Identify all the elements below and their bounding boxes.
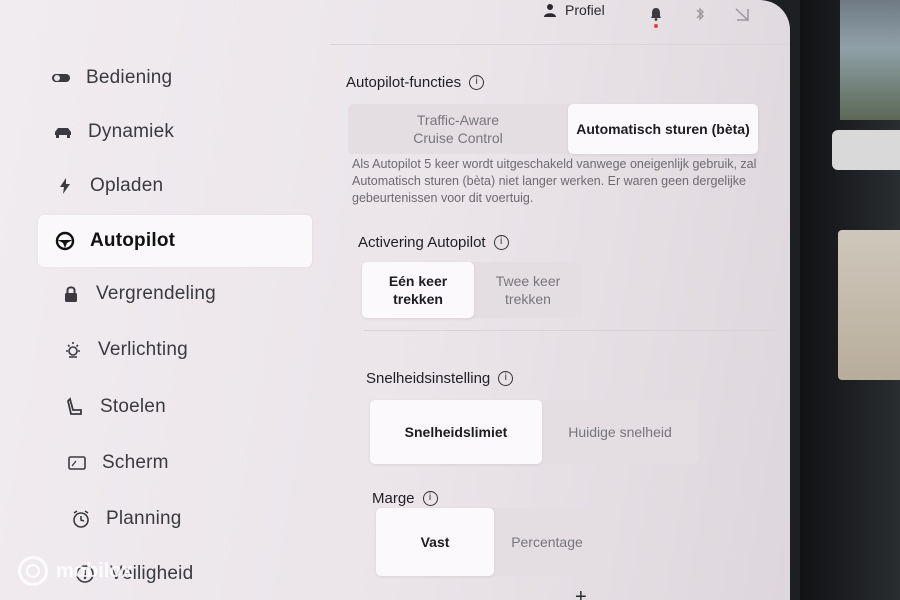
sidebar-item-label: Autopilot	[90, 230, 176, 251]
section-title-text: Activering Autopilot	[358, 234, 486, 251]
option-automatisch-sturen[interactable]: Automatisch sturen (bèta)	[568, 104, 758, 154]
status-bar: Profiel	[0, 0, 790, 42]
sidebar-item-vergrendeling[interactable]: Vergrendeling	[60, 272, 216, 316]
sidebar-item-dynamiek[interactable]: Dynamiek	[52, 110, 174, 154]
option-percentage[interactable]: Percentage	[494, 508, 600, 576]
lightning-icon	[54, 175, 76, 197]
sidebar-item-planning[interactable]: Planning	[70, 497, 182, 541]
marge-title: Marge i	[372, 490, 438, 507]
info-icon[interactable]: i	[469, 75, 485, 90]
sidebar-item-label: Scherm	[102, 452, 169, 473]
sidebar-item-bediening[interactable]: Bediening	[50, 56, 172, 100]
screen-icon	[66, 452, 88, 474]
option-traffic-aware-cruise-control[interactable]: Traffic-Aware Cruise Control	[348, 104, 568, 154]
section-title-text: Snelheidsinstelling	[366, 370, 491, 387]
sidebar-item-stoelen[interactable]: Stoelen	[64, 385, 166, 429]
car-window	[840, 0, 900, 120]
autopilot-warning-text: Als Autopilot 5 keer wordt uitgeschakeld…	[352, 157, 757, 205]
option-snelheidslimiet[interactable]: Snelheidslimiet	[370, 400, 542, 464]
sidebar-item-label: Planning	[106, 508, 182, 529]
marge-selector: Vast Percentage	[376, 508, 600, 576]
plus-icon[interactable]: +	[575, 586, 587, 600]
car-panel	[838, 230, 900, 380]
clock-icon	[70, 508, 92, 530]
car-icon	[52, 121, 74, 143]
sidebar-item-label: Stoelen	[100, 396, 166, 417]
bell-icon[interactable]	[648, 6, 664, 22]
bluetooth-icon[interactable]	[692, 6, 708, 22]
sidebar-item-opladen[interactable]: Opladen	[54, 164, 163, 208]
person-icon	[544, 4, 556, 17]
section-title-text: Autopilot-functies	[346, 74, 462, 91]
seat-icon	[64, 396, 86, 418]
car-trim	[832, 130, 900, 170]
autopilot-functies-selector: Traffic-Aware Cruise Control Automatisch…	[348, 104, 758, 154]
logo-icon	[18, 556, 48, 586]
steering-wheel-icon	[54, 230, 76, 252]
toggle-icon	[50, 67, 72, 89]
activering-autopilot-title: Activering Autopilot i	[358, 234, 509, 251]
option-vast[interactable]: Vast	[376, 508, 494, 576]
option-twee-keer-trekken[interactable]: Twee keer trekken	[474, 262, 582, 318]
profile-button[interactable]: Profiel	[543, 2, 605, 18]
light-icon	[62, 339, 84, 361]
section-title-text: Marge	[372, 490, 415, 507]
sidebar-item-scherm[interactable]: Scherm	[66, 441, 169, 485]
sidebar-item-label: Vergrendeling	[96, 283, 216, 304]
option-huidige-snelheid[interactable]: Huidige snelheid	[542, 400, 698, 464]
profile-label: Profiel	[565, 2, 605, 18]
watermark-text: mobilox	[56, 559, 133, 582]
info-icon[interactable]: i	[498, 371, 514, 386]
signal-icon[interactable]	[734, 6, 750, 22]
info-icon[interactable]: i	[493, 235, 509, 250]
notification-dot	[654, 24, 658, 28]
top-divider	[330, 44, 790, 45]
watermark-logo: mobilox	[18, 556, 133, 586]
sidebar-item-autopilot[interactable]: Autopilot	[38, 215, 312, 267]
sidebar-item-label: Verlichting	[98, 339, 188, 360]
sidebar-item-label: Opladen	[90, 175, 164, 196]
lock-icon	[60, 283, 82, 305]
snelheidsinstelling-title: Snelheidsinstelling i	[366, 370, 514, 387]
activering-selector: Eén keer trekken Twee keer trekken	[362, 262, 582, 318]
sidebar-item-label: Bediening	[86, 67, 173, 88]
option-een-keer-trekken[interactable]: Eén keer trekken	[362, 262, 474, 318]
touchscreen: Profiel Bediening Dynamiek Opladen Autop…	[0, 0, 790, 600]
snelheid-selector: Snelheidslimiet Huidige snelheid	[370, 400, 698, 464]
sidebar-item-label: Dynamiek	[88, 121, 175, 142]
info-icon[interactable]: i	[422, 491, 438, 506]
section-divider	[364, 330, 774, 331]
autopilot-functies-title: Autopilot-functies i	[346, 74, 485, 91]
sidebar-item-verlichting[interactable]: Verlichting	[62, 328, 188, 372]
